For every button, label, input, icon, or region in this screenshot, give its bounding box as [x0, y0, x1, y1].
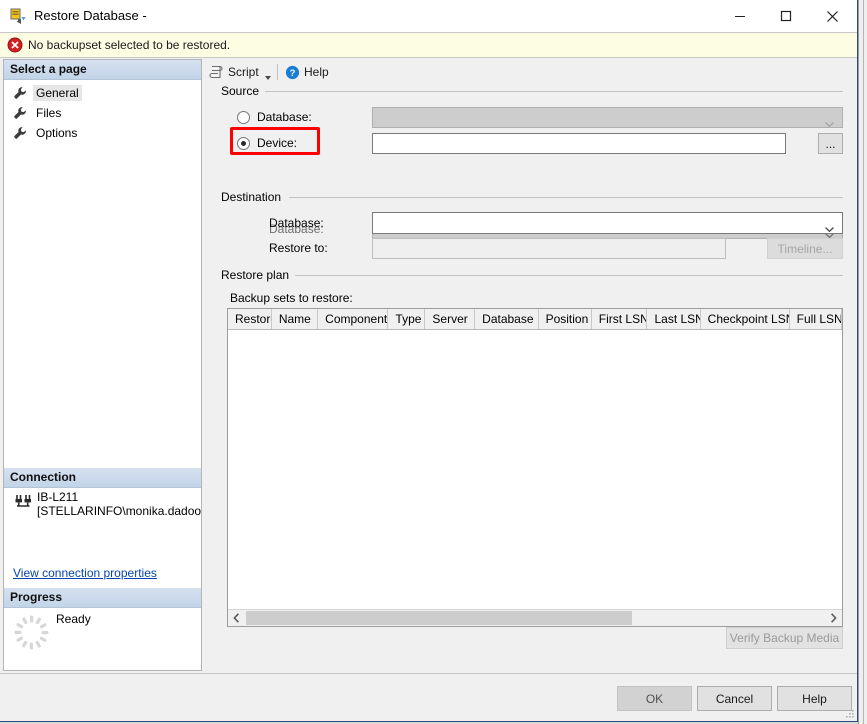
title-bar: Restore Database - [0, 0, 857, 33]
svg-text:?: ? [290, 68, 296, 79]
close-icon [809, 0, 855, 32]
connection-user: [STELLARINFO\monika.dadool] [37, 504, 202, 518]
column-header-checkpoint-lsn[interactable]: Checkpoint LSN [701, 309, 790, 329]
view-connection-properties-link[interactable]: View connection properties [13, 566, 157, 580]
connection-server: IB-L211 [37, 490, 79, 504]
sidebar-item-label: Options [36, 125, 78, 140]
chevron-left-icon[interactable] [228, 610, 245, 626]
background-divider [863, 0, 864, 724]
screen: Restore Database - No backupset selected… [0, 0, 867, 724]
progress-title: Progress [10, 590, 63, 604]
source-device-radio-label: Device: [257, 136, 298, 150]
close-button[interactable] [809, 0, 855, 32]
source-device-radio[interactable]: Device: [237, 136, 297, 150]
verify-backup-media-button[interactable]: Verify Backup Media [726, 627, 843, 649]
left-panel: Select a page General Files Options Conn… [3, 59, 202, 671]
minimize-icon [717, 0, 763, 32]
column-header-restore[interactable]: Restore [228, 309, 272, 329]
browse-device-button[interactable]: ... [818, 133, 843, 154]
script-button[interactable]: Script [209, 62, 259, 82]
select-page-title: Select a page [10, 62, 87, 76]
destination-restore-to-input[interactable] [372, 238, 726, 259]
minimize-button[interactable] [717, 0, 763, 32]
source-group-label: Source [221, 84, 265, 98]
source-group-rule [265, 91, 843, 92]
dialog-footer: OK Cancel Help [0, 673, 857, 721]
sidebar-item-label: General [33, 84, 82, 101]
wrench-icon [13, 106, 27, 120]
destination-restore-to-label: Restore to: [269, 241, 328, 255]
sidebar-item-options[interactable]: Options [13, 124, 80, 141]
destination-database-label: Database: [269, 216, 324, 230]
help-label: Help [304, 65, 329, 79]
progress-header: Progress [4, 588, 201, 608]
scrollbar-thumb[interactable] [246, 611, 632, 625]
restore-database-dialog: Restore Database - No backupset selected… [0, 0, 858, 722]
maximize-icon [763, 0, 809, 32]
chevron-down-icon [265, 76, 271, 80]
restore-database-icon [10, 8, 27, 25]
script-dropdown-button[interactable] [265, 68, 271, 88]
backup-sets-label: Backup sets to restore: [230, 291, 353, 305]
ok-button[interactable]: OK [617, 686, 692, 711]
help-button[interactable]: ? Help [285, 62, 329, 82]
server-connection-icon [14, 494, 32, 510]
resize-grip[interactable] [843, 708, 855, 720]
spinner-icon [13, 614, 50, 651]
chevron-down-icon [825, 221, 834, 233]
grid-horizontal-scrollbar[interactable] [228, 609, 842, 626]
connection-header: Connection [4, 468, 201, 488]
message-text: No backupset selected to be restored. [28, 38, 231, 52]
column-header-position[interactable]: Position [539, 309, 592, 329]
content-panel: Script ? Help Source Database: Device: .… [205, 59, 855, 671]
wrench-icon [13, 86, 27, 100]
progress-status: Ready [56, 612, 91, 626]
grid-header-row: Restore Name Component Type Server Datab… [228, 309, 842, 330]
wrench-icon [13, 126, 27, 140]
help-button-footer[interactable]: Help [777, 686, 852, 711]
radio-indicator [237, 110, 250, 124]
column-header-name[interactable]: Name [272, 309, 319, 329]
message-bar: No backupset selected to be restored. [0, 33, 857, 58]
sidebar-item-files[interactable]: Files [13, 104, 64, 121]
select-page-header: Select a page [4, 60, 201, 80]
column-header-component[interactable]: Component [318, 309, 389, 329]
cancel-button[interactable]: Cancel [697, 686, 772, 711]
source-database-radio[interactable]: Database: [237, 110, 312, 124]
script-icon [209, 65, 224, 80]
source-device-input[interactable] [372, 133, 786, 154]
timeline-button[interactable]: Timeline... [767, 238, 843, 259]
restore-plan-group-label: Restore plan [221, 268, 295, 282]
source-database-combo[interactable] [372, 107, 843, 128]
toolbar-separator [277, 64, 278, 80]
connection-title: Connection [10, 470, 76, 484]
maximize-button[interactable] [763, 0, 809, 32]
column-header-last-lsn[interactable]: Last LSN [647, 309, 701, 329]
column-header-database[interactable]: Database [475, 309, 539, 329]
radio-indicator [237, 136, 250, 150]
chevron-right-icon[interactable] [825, 610, 842, 626]
sidebar-item-general[interactable]: General [13, 84, 82, 101]
source-database-radio-label: Database: [257, 110, 312, 124]
background-window-strip [858, 0, 867, 724]
window-title: Restore Database - [34, 8, 147, 23]
column-header-first-lsn[interactable]: First LSN [592, 309, 648, 329]
help-circle-icon: ? [285, 65, 300, 80]
chevron-down-icon [825, 116, 834, 127]
script-label: Script [228, 65, 259, 79]
destination-group-rule [289, 197, 843, 198]
sidebar-item-label: Files [36, 105, 62, 120]
destination-database-combo[interactable] [372, 212, 843, 234]
error-circle-icon [7, 37, 23, 53]
column-header-type[interactable]: Type [388, 309, 426, 329]
content-toolbar: Script ? Help [205, 59, 855, 85]
restore-plan-group-rule [295, 275, 843, 276]
column-header-server[interactable]: Server [425, 309, 476, 329]
backup-sets-grid[interactable]: Restore Name Component Type Server Datab… [227, 308, 843, 627]
column-header-full-lsn[interactable]: Full LSN [790, 309, 842, 329]
destination-group-label: Destination [221, 190, 287, 204]
